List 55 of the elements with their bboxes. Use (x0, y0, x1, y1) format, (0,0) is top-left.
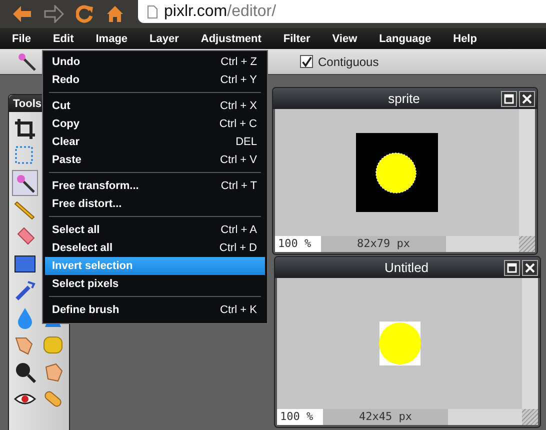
page-icon (147, 4, 158, 18)
menu-entry[interactable]: Clear DEL (45, 133, 265, 151)
address-bar[interactable]: pixlr.com/editor/ (138, 0, 546, 23)
zoom-field[interactable]: 100 % (275, 236, 321, 252)
menu-entry[interactable]: Select pixels (45, 275, 265, 293)
magic-wand-icon (17, 52, 37, 72)
forward-arrow-icon[interactable] (44, 5, 64, 23)
marquee-icon (14, 145, 36, 167)
reload-icon[interactable] (76, 5, 94, 23)
wand-tool-button[interactable] (12, 170, 38, 196)
window-title: Untitled (383, 260, 430, 275)
menu-entry[interactable]: Deselect all Ctrl + D (45, 239, 265, 257)
menu-entry[interactable]: Free distort... (45, 195, 265, 213)
zoom-field[interactable]: 100 % (277, 409, 323, 425)
maximize-button[interactable] (501, 90, 517, 106)
menu-item[interactable]: Layer (142, 32, 188, 44)
checkbox[interactable] (300, 55, 313, 68)
menu-entry[interactable]: Copy Ctrl + C (45, 115, 265, 133)
url-text: pixlr.com/editor/ (164, 2, 276, 20)
resize-grip-icon[interactable] (519, 236, 535, 252)
menu-entry[interactable]: Undo Ctrl + Z (45, 53, 265, 71)
wand-icon (14, 172, 36, 194)
menu-entry[interactable]: Free transform... Ctrl + T (45, 177, 265, 195)
pencil-icon (14, 199, 36, 221)
menu-item[interactable]: Help (445, 32, 486, 44)
menu-item[interactable]: Filter (275, 32, 320, 44)
menu-entry[interactable]: Redo Ctrl + Y (45, 71, 265, 89)
circle-image (378, 321, 420, 366)
menu-entry[interactable]: Paste Ctrl + V (45, 151, 265, 169)
zoom-icon (14, 361, 36, 383)
menu-item[interactable]: View (324, 32, 366, 44)
menu-item[interactable]: Adjustment (192, 32, 270, 44)
menu-entry[interactable]: Cut Ctrl + X (45, 97, 265, 115)
gradient-icon (14, 253, 36, 275)
image-size-label: 42x45 px (323, 409, 448, 425)
contiguous-checkbox[interactable]: Contiguous (300, 54, 379, 68)
resize-grip-icon[interactable] (522, 409, 538, 425)
checkbox-label: Contiguous (318, 54, 379, 68)
window-title: sprite (387, 91, 421, 106)
menu-item[interactable]: Language (371, 32, 440, 44)
menu-entry[interactable]: Define brush Ctrl + K (45, 301, 265, 319)
panel-title: Tools (13, 98, 42, 110)
menu-item[interactable]: File (4, 32, 40, 44)
close-button[interactable] (522, 260, 538, 276)
menu-item[interactable]: Image (88, 32, 137, 44)
crop-tool-button[interactable] (12, 116, 38, 142)
close-button[interactable] (519, 90, 535, 106)
home-icon[interactable] (106, 5, 124, 23)
crop-icon (14, 118, 36, 140)
sponge-icon (42, 334, 64, 356)
image-size-label: 82x79 px (321, 236, 446, 252)
maximize-button[interactable] (504, 260, 520, 276)
menu-item[interactable]: Edit (44, 32, 83, 44)
back-arrow-icon[interactable] (12, 5, 32, 23)
menu-entry[interactable]: Select all Ctrl + A (45, 221, 265, 239)
